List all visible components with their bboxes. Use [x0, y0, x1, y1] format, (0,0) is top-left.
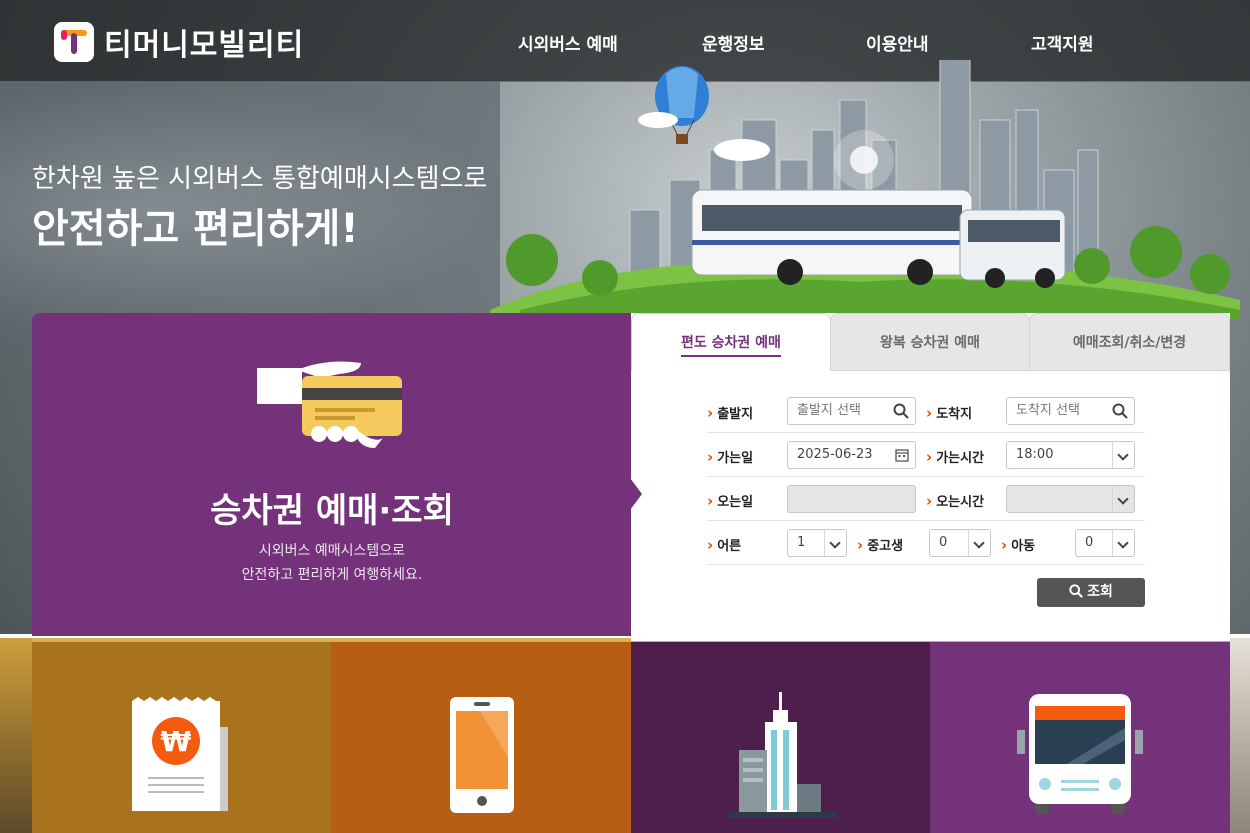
tab-reservation-check-label: 예매조회/취소/변경	[1072, 335, 1187, 351]
promo-card: 승차권 예매·조회 시외버스 예매시스템으로 안전하고 편리하게 여행하세요.	[32, 313, 632, 636]
student-select[interactable]: 0	[929, 529, 991, 557]
child-value: 0	[1085, 535, 1094, 550]
go-date-value: 2025-06-23	[797, 447, 873, 462]
promo-arrow	[630, 478, 642, 510]
bus-front-icon	[1017, 694, 1143, 814]
tab-one-way-label: 편도 승차권 예매	[681, 335, 781, 357]
search-button-label: 조회	[1087, 584, 1113, 600]
search-icon	[1112, 403, 1128, 419]
tile-fare[interactable]: ₩	[32, 642, 332, 833]
search-icon	[893, 403, 909, 419]
adult-select[interactable]: 1	[787, 529, 847, 557]
return-date-input[interactable]	[787, 485, 916, 513]
tab-one-way[interactable]: 편도 승차권 예매	[631, 313, 831, 371]
smartphone-icon	[450, 697, 514, 813]
tile-mobile[interactable]	[331, 642, 631, 833]
tile-terminal[interactable]	[631, 642, 931, 833]
departure-label: 출발지	[707, 403, 753, 422]
receipt-won-icon: ₩	[132, 697, 228, 811]
return-date-label: 오는일	[707, 491, 753, 510]
building-icon	[727, 692, 837, 818]
promo-description: 시외버스 예매시스템으로 안전하고 편리하게 여행하세요.	[32, 539, 632, 587]
chevron-down-icon	[968, 530, 990, 556]
tab-reservation-check[interactable]: 예매조회/취소/변경	[1029, 313, 1230, 371]
calendar-icon[interactable]	[895, 448, 909, 462]
hot-air-balloon-icon	[655, 66, 709, 144]
adult-label: 어른	[707, 535, 741, 554]
go-date-label: 가는일	[707, 447, 753, 466]
departure-input[interactable]: 출발지 선택	[787, 397, 916, 425]
chevron-down-icon	[1112, 442, 1134, 468]
arrival-placeholder: 도착지 선택	[1016, 403, 1080, 418]
search-button[interactable]: 조회	[1037, 578, 1145, 607]
departure-placeholder: 출발지 선택	[797, 403, 861, 418]
arrival-label: 도착지	[926, 403, 972, 422]
promo-desc-line1: 시외버스 예매시스템으로	[258, 543, 406, 559]
return-row: 오는일 오는시간	[707, 477, 1145, 521]
booking-panel: 편도 승차권 예매 왕복 승차권 예매 예매조회/취소/변경 출발지 출발지 선…	[631, 313, 1230, 641]
passenger-row: 어른 1 중고생 0 아동 0	[707, 521, 1145, 565]
bottom-background-left	[0, 636, 32, 833]
return-time-select[interactable]	[1006, 485, 1135, 513]
search-icon	[1069, 584, 1083, 598]
promo-desc-line2: 안전하고 편리하게 여행하세요.	[241, 567, 423, 583]
bottom-background-right	[1230, 636, 1250, 833]
adult-value: 1	[797, 535, 806, 550]
hero-subtitle: 한차원 높은 시외버스 통합예매시스템으로	[32, 164, 488, 194]
tile-bus[interactable]	[930, 642, 1230, 833]
go-row: 가는일 2025-06-23 가는시간 18:00	[707, 433, 1145, 477]
child-label: 아동	[1001, 535, 1035, 554]
go-time-select[interactable]: 18:00	[1006, 441, 1135, 469]
hero-illustration	[490, 60, 1240, 320]
svg-text:₩: ₩	[161, 725, 192, 758]
nav-operation-info[interactable]: 운행정보	[702, 30, 765, 55]
nav-bus-booking[interactable]: 시외버스 예매	[518, 30, 618, 55]
chevron-down-icon	[824, 530, 846, 556]
arrival-input[interactable]: 도착지 선택	[1006, 397, 1135, 425]
tab-round-trip[interactable]: 왕복 승차권 예매	[830, 313, 1030, 371]
booking-tabs: 편도 승차권 예매 왕복 승차권 예매 예매조회/취소/변경	[631, 313, 1230, 371]
chevron-down-icon	[1112, 486, 1134, 512]
return-time-label: 오는시간	[926, 491, 984, 510]
nav-usage-guide[interactable]: 이용안내	[866, 30, 929, 55]
student-label: 중고생	[857, 535, 903, 554]
hero-title: 안전하고 편리하게!	[32, 206, 359, 252]
chevron-down-icon	[1112, 530, 1134, 556]
go-date-input[interactable]: 2025-06-23	[787, 441, 916, 469]
tab-round-trip-label: 왕복 승차권 예매	[880, 335, 980, 351]
go-time-value: 18:00	[1016, 447, 1054, 462]
main-nav: 시외버스 예매 운행정보 이용안내 고객지원	[0, 30, 1250, 55]
hand-card-icon	[257, 361, 402, 448]
nav-customer-support[interactable]: 고객지원	[1031, 30, 1094, 55]
child-select[interactable]: 0	[1075, 529, 1135, 557]
route-row: 출발지 출발지 선택 도착지 도착지 선택	[707, 389, 1145, 433]
promo-title: 승차권 예매·조회	[210, 491, 454, 531]
student-value: 0	[939, 535, 948, 550]
go-time-label: 가는시간	[926, 447, 984, 466]
